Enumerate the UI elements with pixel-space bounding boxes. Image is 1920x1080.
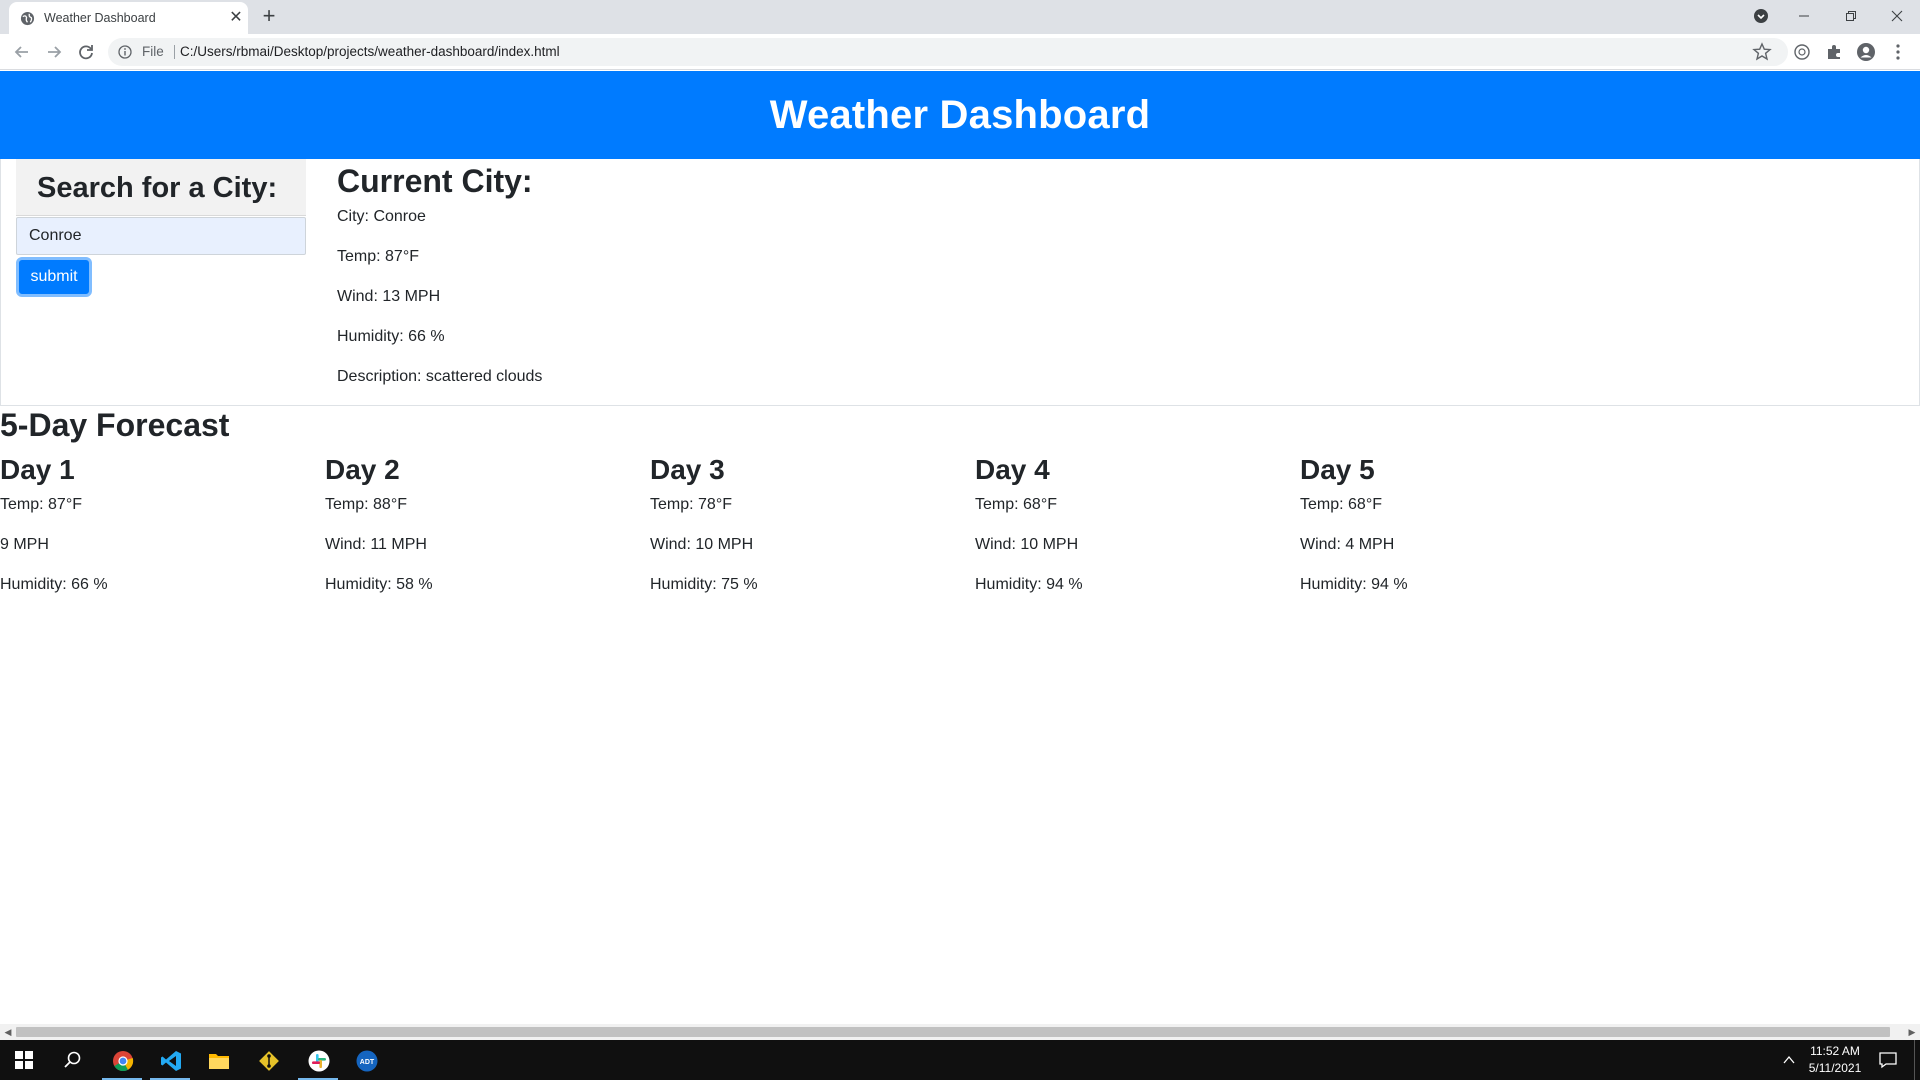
page-viewport: Weather Dashboard Search for a City: sub… xyxy=(0,71,1920,1024)
file-explorer-icon xyxy=(209,1054,229,1069)
url-text[interactable]: C:/Users/rbmai/Desktop/projects/weather-… xyxy=(180,44,560,59)
close-icon xyxy=(1891,10,1903,22)
tab-search-icon xyxy=(1754,9,1768,23)
git-icon xyxy=(259,1051,279,1071)
taskbar-git[interactable] xyxy=(244,1040,292,1080)
tab-close-icon[interactable]: ✕ xyxy=(226,8,246,28)
current-wind: Wind: 13 MPH xyxy=(337,288,441,305)
day-humidity: Humidity: 94 % xyxy=(975,576,1083,593)
day-temp: Temp: 87°F xyxy=(0,496,82,513)
windows-taskbar: ADT 11:52 AM 5/11/2021 xyxy=(0,1040,1920,1080)
submit-button[interactable]: submit xyxy=(16,257,92,297)
minimize-icon xyxy=(1799,15,1809,17)
day-humidity: Humidity: 58 % xyxy=(325,576,433,593)
minimize-button[interactable] xyxy=(1789,4,1819,28)
day-humidity: Humidity: 94 % xyxy=(1300,576,1408,593)
day-label: Day 2 xyxy=(325,454,400,485)
browser-tabstrip: Weather Dashboard ✕ + xyxy=(0,0,1920,34)
day-label: Day 1 xyxy=(0,454,75,485)
forward-arrow-icon[interactable] xyxy=(43,41,65,63)
info-icon[interactable] xyxy=(118,45,132,59)
forecast-heading: 5-Day Forecast xyxy=(0,407,230,443)
current-weather: Current City: City: Conroe Temp: 87°F Wi… xyxy=(337,159,1137,404)
start-button[interactable] xyxy=(0,1040,48,1080)
forecast-day-card: Day 3 Temp: 78°F Wind: 10 MPH Humidity: … xyxy=(650,454,975,614)
bookmark-star-icon[interactable] xyxy=(1752,42,1772,62)
day-temp: Temp: 68°F xyxy=(1300,496,1382,513)
current-description: Description: scattered clouds xyxy=(337,368,543,385)
day-wind: 9 MPH xyxy=(0,536,49,553)
more-menu-icon[interactable] xyxy=(1888,42,1908,62)
forecast-day-card: Day 5 Temp: 68°F Wind: 4 MPH Humidity: 9… xyxy=(1300,454,1625,614)
city-search-input[interactable] xyxy=(16,217,306,255)
current-temp: Temp: 87°F xyxy=(337,248,419,265)
day-humidity: Humidity: 75 % xyxy=(650,576,758,593)
day-wind: Wind: 11 MPH xyxy=(325,536,427,553)
current-city: City: Conroe xyxy=(337,208,426,225)
taskbar-vscode[interactable] xyxy=(146,1040,194,1080)
day-temp: Temp: 78°F xyxy=(650,496,732,513)
top-row: Search for a City: submit Current City: … xyxy=(0,159,1920,406)
current-city-heading: Current City: xyxy=(337,163,533,199)
taskbar-chrome[interactable] xyxy=(98,1040,146,1080)
notification-center-icon[interactable] xyxy=(1878,1051,1898,1069)
vscode-icon xyxy=(161,1051,181,1071)
omnibox-divider xyxy=(174,45,175,59)
new-tab-button[interactable]: + xyxy=(256,5,282,29)
slack-icon xyxy=(308,1050,330,1072)
profile-avatar-icon[interactable] xyxy=(1856,42,1876,62)
tray-chevron-up-icon[interactable] xyxy=(1782,1054,1796,1066)
close-window-button[interactable] xyxy=(1882,4,1912,28)
day-label: Day 3 xyxy=(650,454,725,485)
forecast-day-card: Day 4 Temp: 68°F Wind: 10 MPH Humidity: … xyxy=(975,454,1300,614)
day-label: Day 4 xyxy=(975,454,1050,485)
taskbar-slack[interactable] xyxy=(294,1040,342,1080)
restore-button[interactable] xyxy=(1836,4,1866,28)
day-wind: Wind: 10 MPH xyxy=(975,536,1079,553)
reload-icon[interactable] xyxy=(75,41,97,63)
browser-toolbar: File C:/Users/rbmai/Desktop/projects/wea… xyxy=(0,34,1920,70)
show-desktop-divider[interactable] xyxy=(1914,1040,1915,1080)
page-title: Weather Dashboard xyxy=(769,93,1151,137)
scrollbar-thumb[interactable] xyxy=(16,1027,1890,1037)
extensions-puzzle-icon[interactable] xyxy=(1824,42,1844,62)
taskbar-search-button[interactable] xyxy=(48,1040,96,1080)
clock-time: 11:52 AM xyxy=(1810,1044,1860,1058)
taskbar-file-explorer[interactable] xyxy=(194,1040,242,1080)
search-panel: Search for a City: submit xyxy=(16,159,306,404)
restore-icon xyxy=(1846,11,1856,21)
taskbar-clock[interactable]: 11:52 AM 5/11/2021 xyxy=(1800,1043,1870,1077)
tab-search-button[interactable] xyxy=(1746,4,1776,28)
start-icon xyxy=(15,1051,33,1069)
extension-circle-icon[interactable] xyxy=(1792,42,1812,62)
header-banner: Weather Dashboard xyxy=(0,71,1920,159)
scroll-left-arrow-icon[interactable]: ◀ xyxy=(2,1026,14,1038)
globe-icon xyxy=(20,11,35,26)
adt-icon: ADT xyxy=(356,1050,378,1072)
day-wind: Wind: 4 MPH xyxy=(1300,536,1395,553)
horizontal-scrollbar[interactable]: ◀ ▶ xyxy=(0,1024,1920,1040)
day-temp: Temp: 68°F xyxy=(975,496,1057,513)
search-icon xyxy=(64,1051,81,1068)
search-heading: Search for a City: xyxy=(37,172,278,204)
svg-text:ADT: ADT xyxy=(360,1059,375,1066)
taskbar-adt[interactable]: ADT xyxy=(342,1040,390,1080)
search-panel-header: Search for a City: xyxy=(16,159,306,216)
back-arrow-icon[interactable] xyxy=(11,41,33,63)
tab-title: Weather Dashboard xyxy=(44,11,156,25)
clock-date: 5/11/2021 xyxy=(1808,1061,1862,1075)
browser-tab[interactable]: Weather Dashboard ✕ xyxy=(9,2,248,34)
day-humidity: Humidity: 66 % xyxy=(0,576,108,593)
forecast-day-card: Day 2 Temp: 88°F Wind: 11 MPH Humidity: … xyxy=(325,454,650,614)
forecast-day-card: Day 1 Temp: 87°F 9 MPH Humidity: 66 % xyxy=(0,454,325,614)
url-scheme-label: File xyxy=(142,44,164,59)
day-wind: Wind: 10 MPH xyxy=(650,536,754,553)
current-humidity: Humidity: 66 % xyxy=(337,328,445,345)
chrome-icon xyxy=(113,1051,134,1072)
day-label: Day 5 xyxy=(1300,454,1375,485)
day-temp: Temp: 88°F xyxy=(325,496,407,513)
address-bar[interactable]: File C:/Users/rbmai/Desktop/projects/wea… xyxy=(108,38,1788,66)
scroll-right-arrow-icon[interactable]: ▶ xyxy=(1906,1026,1918,1038)
